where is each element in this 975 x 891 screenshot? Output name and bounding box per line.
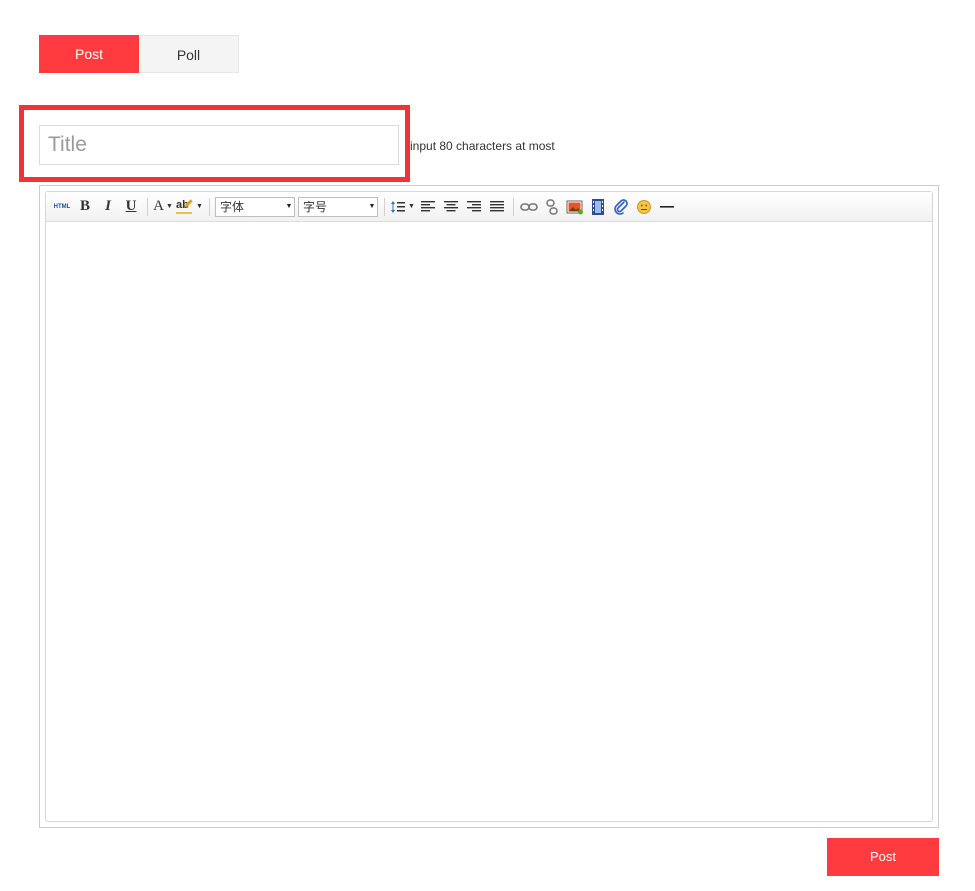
font-family-select[interactable]: 字体 ▼ (214, 196, 295, 217)
editor-content-area[interactable] (46, 222, 932, 821)
align-center-button[interactable] (441, 196, 461, 218)
video-icon (591, 198, 604, 215)
font-size-value: 字号 (302, 200, 327, 214)
paperclip-icon (614, 198, 628, 215)
tab-post[interactable]: Post (39, 35, 139, 73)
underline-button[interactable]: U (121, 196, 141, 218)
align-left-icon (420, 200, 435, 211)
line-height-icon (390, 200, 405, 213)
chevron-down-icon: ▼ (407, 203, 415, 210)
horizontal-rule-icon (659, 205, 674, 208)
horizontal-rule-button[interactable] (657, 196, 677, 218)
align-justify-icon (489, 200, 504, 211)
align-justify-button[interactable] (487, 196, 507, 218)
unlink-icon (546, 198, 558, 215)
image-icon (566, 200, 583, 214)
attachment-button[interactable] (611, 196, 631, 218)
html-source-label: HTML (53, 203, 71, 210)
align-right-icon (466, 200, 481, 211)
rich-text-editor: HTML B I U A ▼ ab ▼ 字体 ▼ 字号 ▼ ▼ (39, 185, 939, 828)
toolbar-separator (208, 197, 210, 216)
font-color-button[interactable]: A ▼ (153, 196, 173, 218)
highlight-icon: ab (176, 199, 194, 215)
chevron-down-icon: ▼ (165, 203, 173, 210)
post-type-tabs: Post Poll (39, 35, 239, 73)
align-left-button[interactable] (418, 196, 438, 218)
line-height-button[interactable]: ▼ (390, 196, 415, 218)
highlight-color-button[interactable]: ab ▼ (176, 196, 203, 218)
html-source-button[interactable]: HTML (52, 196, 72, 218)
font-color-icon: A (153, 198, 164, 214)
bold-button[interactable]: B (75, 196, 95, 218)
font-size-select[interactable]: 字号 ▼ (297, 196, 378, 217)
chevron-down-icon: ▼ (368, 203, 376, 210)
editor-frame: HTML B I U A ▼ ab ▼ 字体 ▼ 字号 ▼ ▼ (45, 191, 933, 822)
insert-image-button[interactable] (565, 196, 585, 218)
editor-toolbar: HTML B I U A ▼ ab ▼ 字体 ▼ 字号 ▼ ▼ (46, 192, 932, 222)
unlink-button[interactable] (542, 196, 562, 218)
tab-poll[interactable]: Poll (139, 35, 239, 73)
toolbar-separator (512, 197, 514, 216)
title-highlight-frame (19, 105, 410, 182)
toolbar-separator (383, 197, 385, 216)
title-hint: input 80 characters at most (410, 139, 555, 153)
align-center-icon (443, 200, 458, 211)
smiley-icon (636, 199, 651, 214)
emoticon-button[interactable] (634, 196, 654, 218)
font-family-value: 字体 (219, 200, 244, 214)
submit-post-button[interactable]: Post (827, 838, 939, 876)
toolbar-separator (147, 197, 148, 216)
chevron-down-icon: ▼ (285, 203, 293, 210)
italic-button[interactable]: I (98, 196, 118, 218)
align-right-button[interactable] (464, 196, 484, 218)
insert-video-button[interactable] (588, 196, 608, 218)
link-icon (520, 202, 538, 211)
chevron-down-icon: ▼ (196, 203, 203, 210)
insert-link-button[interactable] (519, 196, 539, 218)
